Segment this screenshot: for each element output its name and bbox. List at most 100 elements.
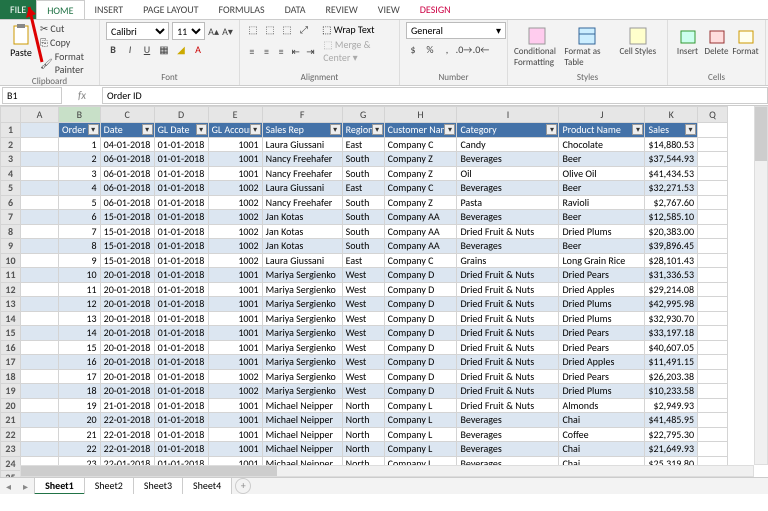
ribbon-tab-view[interactable]: VIEW	[368, 0, 410, 19]
indent-dec-icon[interactable]: ⇤	[290, 44, 302, 58]
cell[interactable]: Coffee	[559, 427, 645, 442]
cell[interactable]: 20-01-2018	[100, 369, 154, 384]
fill-color-button[interactable]: ◢	[174, 42, 188, 56]
cell[interactable]: $21,649.93	[645, 442, 698, 457]
comma-format-icon[interactable]: ,	[440, 42, 454, 56]
cut-button[interactable]: ✂Cut	[40, 22, 93, 35]
cell-styles-button[interactable]: Cell Styles	[615, 26, 661, 57]
cell[interactable]: 4	[59, 181, 101, 196]
cell[interactable]: East	[342, 137, 384, 152]
align-right-icon[interactable]: ≡	[275, 44, 287, 58]
cell[interactable]: 1001	[208, 413, 262, 428]
cell[interactable]: 01-01-2018	[154, 442, 208, 457]
format-painter-button[interactable]: 🖌Format Painter	[40, 50, 93, 76]
cell[interactable]: 01-01-2018	[154, 181, 208, 196]
font-color-button[interactable]: A	[191, 42, 205, 56]
col-header-H[interactable]: H	[384, 107, 457, 123]
cell[interactable]: 19	[59, 398, 101, 413]
cell[interactable]: Beverages	[457, 181, 559, 196]
increase-font-icon[interactable]: A▴	[208, 24, 219, 38]
cell[interactable]: 01-01-2018	[154, 152, 208, 167]
cell[interactable]: 21-01-2018	[100, 398, 154, 413]
cell[interactable]: South	[342, 210, 384, 225]
conditional-formatting-button[interactable]: Conditional Formatting	[514, 26, 560, 68]
cell[interactable]: Dried Plums	[559, 384, 645, 399]
col-header-B[interactable]: B	[59, 107, 101, 123]
cell[interactable]: 8	[59, 239, 101, 254]
paste-button[interactable]: Paste	[6, 22, 36, 61]
cell[interactable]: 1002	[208, 253, 262, 268]
col-header-J[interactable]: J	[559, 107, 645, 123]
cell[interactable]: North	[342, 442, 384, 457]
format-cells-button[interactable]: Format	[732, 26, 759, 57]
border-button[interactable]: ▦	[157, 42, 171, 56]
cell[interactable]: Ravioli	[559, 195, 645, 210]
cell[interactable]: 15-01-2018	[100, 253, 154, 268]
cell[interactable]: Beer	[559, 210, 645, 225]
filter-dropdown-icon[interactable]: ▾	[546, 124, 557, 135]
cell[interactable]: 22-01-2018	[100, 442, 154, 457]
cell[interactable]: South	[342, 224, 384, 239]
cell[interactable]: 22-01-2018	[100, 413, 154, 428]
cell[interactable]: West	[342, 355, 384, 370]
copy-button[interactable]: ⎘Copy	[40, 36, 93, 49]
ribbon-tab-data[interactable]: DATA	[275, 0, 316, 19]
indent-inc-icon[interactable]: ⇥	[305, 44, 317, 58]
cell[interactable]: Chai	[559, 442, 645, 457]
filter-dropdown-icon[interactable]: ▾	[250, 124, 261, 135]
cell[interactable]: Michael Neipper	[262, 413, 342, 428]
cell[interactable]: $10,233.58	[645, 384, 698, 399]
cell[interactable]: Mariya Sergienko	[262, 384, 342, 399]
cell[interactable]: $2,949.93	[645, 398, 698, 413]
row-header[interactable]: 2	[1, 137, 21, 152]
percent-format-icon[interactable]: %	[423, 42, 437, 56]
cell[interactable]: 01-01-2018	[154, 137, 208, 152]
cell[interactable]: Company L	[384, 427, 457, 442]
cell[interactable]: Company L	[384, 442, 457, 457]
cell[interactable]: $41,485.95	[645, 413, 698, 428]
cell[interactable]: Dried Apples	[559, 355, 645, 370]
row-header[interactable]: 5	[1, 181, 21, 196]
cell[interactable]: Company D	[384, 297, 457, 312]
cell[interactable]: 20-01-2018	[100, 297, 154, 312]
cell[interactable]: 2	[59, 152, 101, 167]
orientation-icon[interactable]: ⤢	[297, 22, 311, 36]
sheet-tab-sheet3[interactable]: Sheet3	[133, 477, 183, 494]
cell[interactable]: $31,336.53	[645, 268, 698, 283]
cell[interactable]: 15-01-2018	[100, 210, 154, 225]
cell[interactable]: Dried Pears	[559, 340, 645, 355]
cell[interactable]: Mariya Sergienko	[262, 340, 342, 355]
cell[interactable]: 1001	[208, 311, 262, 326]
cell[interactable]: 01-01-2018	[154, 311, 208, 326]
cell[interactable]: Company Z	[384, 195, 457, 210]
row-header[interactable]: 18	[1, 369, 21, 384]
cell[interactable]: Chai	[559, 413, 645, 428]
cell[interactable]: 9	[59, 253, 101, 268]
cell[interactable]: Company D	[384, 326, 457, 341]
row-header[interactable]: 20	[1, 398, 21, 413]
cell[interactable]: Laura Giussani	[262, 181, 342, 196]
cell[interactable]: Dried Fruit & Nuts	[457, 369, 559, 384]
cell[interactable]: Grains	[457, 253, 559, 268]
cell[interactable]: Michael Neipper	[262, 427, 342, 442]
cell[interactable]: 06-01-2018	[100, 166, 154, 181]
cell[interactable]: Company D	[384, 369, 457, 384]
cell[interactable]: 01-01-2018	[154, 427, 208, 442]
cell[interactable]: Company AA	[384, 239, 457, 254]
filter-dropdown-icon[interactable]: ▾	[632, 124, 643, 135]
filter-dropdown-icon[interactable]: ▾	[142, 124, 153, 135]
cell[interactable]: Mariya Sergienko	[262, 355, 342, 370]
ribbon-tab-page-layout[interactable]: PAGE LAYOUT	[133, 0, 208, 19]
cell[interactable]: West	[342, 340, 384, 355]
cell[interactable]: 10	[59, 268, 101, 283]
cell[interactable]: 20-01-2018	[100, 311, 154, 326]
cell[interactable]: 1001	[208, 442, 262, 457]
cell[interactable]: 15-01-2018	[100, 224, 154, 239]
underline-button[interactable]: U	[140, 42, 154, 56]
cell[interactable]: 1001	[208, 427, 262, 442]
row-header[interactable]: 9	[1, 239, 21, 254]
cell[interactable]: South	[342, 195, 384, 210]
cell[interactable]: Dried Pears	[559, 369, 645, 384]
cell[interactable]: 01-01-2018	[154, 195, 208, 210]
cell[interactable]: Candy	[457, 137, 559, 152]
